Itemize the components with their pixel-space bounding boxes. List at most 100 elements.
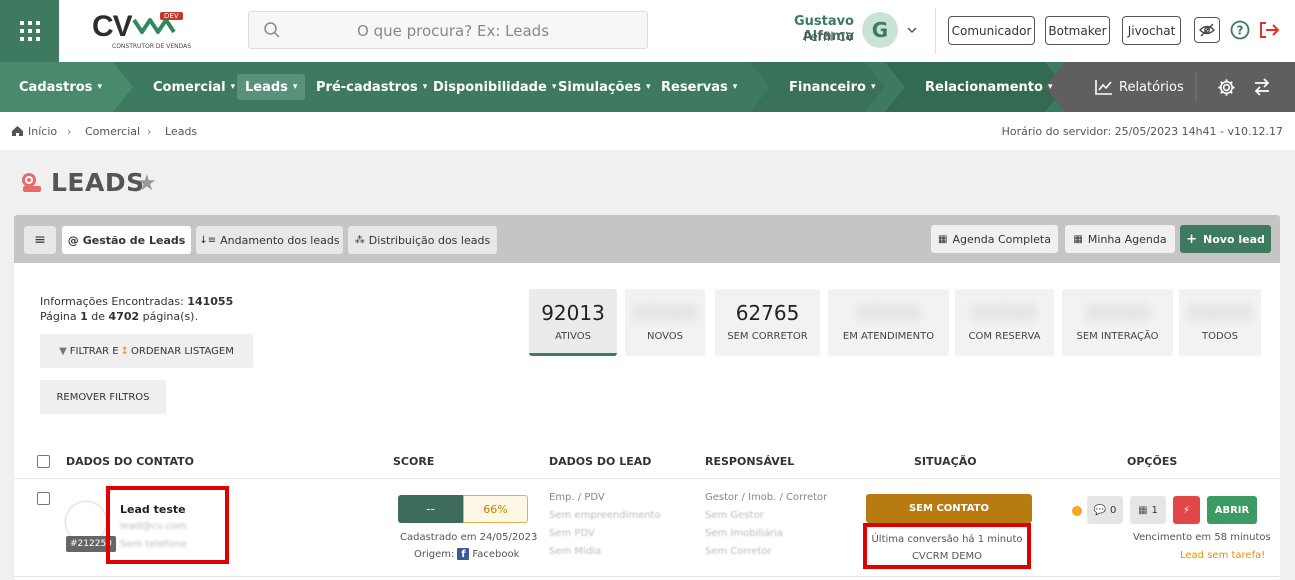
logo-text: CV: [92, 10, 133, 43]
nav-relacionamento[interactable]: Relacionamento ▾: [925, 62, 1052, 112]
flash-button[interactable]: ⚡: [1173, 496, 1200, 524]
nav-comercial[interactable]: Comercial ▾: [153, 62, 235, 112]
plus-icon: +: [1186, 231, 1198, 247]
nav-simulacoes[interactable]: Simulações ▾: [558, 62, 651, 112]
table-divider: [14, 478, 1280, 479]
nav-relatorios[interactable]: Relatórios: [1095, 62, 1184, 112]
help-icon: ?: [1230, 20, 1250, 40]
breadcrumb: Início › Comercial › Leads Horário do se…: [0, 112, 1295, 150]
nav-reservas[interactable]: Reservas ▾: [661, 62, 737, 112]
sort-arrows-icon: ↕: [120, 345, 130, 357]
tab-andamento-leads[interactable]: ↓≡ Andamento dos leads: [196, 226, 343, 254]
comunicador-button[interactable]: Comunicador: [948, 16, 1035, 45]
open-lead-button[interactable]: ABRIR: [1207, 496, 1257, 524]
chevron-down-icon: ▾: [97, 82, 102, 92]
agenda-completa-button[interactable]: ▦ Agenda Completa: [931, 225, 1058, 253]
menu-toggle-button[interactable]: ≡: [24, 226, 56, 254]
at-icon: @: [67, 233, 79, 247]
remove-filters-button[interactable]: REMOVER FILTROS: [40, 380, 166, 414]
stat-todos[interactable]: 00000 TODOS: [1179, 289, 1261, 356]
help-button[interactable]: ?: [1228, 18, 1252, 42]
pagination-info: Página 1 de 4702 página(s).: [40, 310, 198, 323]
grid-icon: [19, 21, 40, 41]
responsible-imobiliaria: Sem Imobiliária: [705, 528, 784, 539]
col-opcoes: OPÇÕES: [1127, 455, 1178, 468]
filter-sort-button[interactable]: ▼ FILTRAR E ↕ ORDENAR LISTAGEM: [40, 334, 253, 368]
select-all-checkbox[interactable]: [37, 455, 50, 468]
conversion-source: CVCRM DEMO: [911, 551, 983, 562]
user-profile: Perfil CV: [803, 30, 854, 44]
search-icon: [264, 22, 280, 38]
svg-text:?: ?: [1237, 24, 1244, 38]
server-time: Horário do servidor: 25/05/2023 14h41 - …: [1001, 125, 1283, 138]
breadcrumb-inicio[interactable]: Início: [28, 125, 57, 138]
logout-button[interactable]: [1257, 18, 1281, 42]
switch-button[interactable]: [1253, 62, 1271, 112]
jivochat-button[interactable]: Jivochat: [1122, 16, 1181, 45]
stat-value: 00000: [633, 301, 697, 325]
results-count: Informações Encontradas: 141055: [40, 295, 234, 308]
chart-line-icon: [1095, 80, 1112, 95]
stat-sem-interação[interactable]: 00000 SEM INTERAÇÃO: [1062, 289, 1173, 356]
comments-icon: 💬: [1093, 504, 1107, 516]
lead-midia: Sem Mídia: [549, 546, 602, 557]
avatar[interactable]: G: [862, 12, 898, 48]
col-dados-contato: DADOS DO CONTATO: [66, 455, 194, 468]
stat-com-reserva[interactable]: 00000 COM RESERVA: [955, 289, 1054, 356]
comments-button[interactable]: 💬 0: [1087, 496, 1123, 524]
stat-label: EM ATENDIMENTO: [842, 331, 935, 342]
nav-disponibilidade[interactable]: Disponibilidade ▾: [433, 62, 556, 112]
stat-em-atendimento[interactable]: 00000 EM ATENDIMENTO: [828, 289, 949, 356]
bolt-icon: ⚡: [1182, 504, 1191, 516]
favorite-star-icon[interactable]: ★: [137, 171, 157, 196]
row-checkbox[interactable]: [37, 492, 50, 505]
logout-icon: [1260, 22, 1280, 38]
novo-lead-button[interactable]: + Novo lead: [1180, 225, 1271, 253]
tasks-button[interactable]: ▦ 1: [1130, 496, 1166, 524]
lead-origin: Origem: f Facebook: [414, 548, 520, 560]
settings-button[interactable]: [1217, 62, 1236, 112]
lead-data-header: Emp. / PDV: [549, 492, 605, 503]
home-icon[interactable]: [11, 125, 24, 137]
stat-novos[interactable]: 00000 NOVOS: [625, 289, 705, 356]
col-dados-lead: DADOS DO LEAD: [549, 455, 652, 468]
chevron-right-icon: ›: [147, 125, 152, 138]
col-situacao: SITUAÇÃO: [914, 455, 977, 468]
col-score: SCORE: [393, 455, 435, 468]
responsible-corretor: Sem Corretor: [705, 546, 772, 557]
minha-agenda-button[interactable]: ▦ Minha Agenda: [1065, 225, 1175, 253]
tab-gestao-leads[interactable]: @ Gestão de Leads: [62, 226, 191, 254]
stat-label: SEM INTERAÇÃO: [1076, 331, 1159, 342]
page-title: LEADS: [51, 168, 145, 197]
botmaker-button[interactable]: Botmaker: [1045, 16, 1110, 45]
last-conversion: Última conversão há 1 minuto: [871, 534, 1023, 545]
tab-distribuicao-leads[interactable]: ⁂ Distribuição dos leads: [348, 226, 497, 254]
chevron-down-icon: ▾: [870, 82, 876, 92]
chevron-down-icon[interactable]: [906, 24, 918, 36]
stat-sem-corretor[interactable]: 62765 SEM CORRETOR: [715, 289, 820, 356]
stat-ativos[interactable]: 92013 ATIVOS: [529, 289, 617, 356]
lead-created-date: Cadastrado em 24/05/2023: [400, 532, 538, 543]
breadcrumb-comercial[interactable]: Comercial: [85, 125, 140, 138]
nav-leads[interactable]: Leads ▾: [237, 74, 306, 100]
chevron-down-icon: ▾: [422, 82, 428, 92]
table-divider: [14, 576, 1280, 577]
search-placeholder: O que procura? Ex: Leads: [357, 22, 550, 40]
chevron-down-icon: ▾: [292, 82, 298, 92]
leads-icon: [22, 173, 41, 192]
stat-value: 62765: [735, 301, 800, 325]
app-logo[interactable]: CV DEV CONSTRUTOR DE VENDAS: [92, 10, 191, 52]
apps-grid-button[interactable]: [0, 0, 59, 62]
search-input[interactable]: O que procura? Ex: Leads: [248, 11, 648, 49]
nav-financeiro[interactable]: Financeiro ▾: [789, 62, 875, 112]
nav-cadastros[interactable]: Cadastros ▾: [19, 62, 102, 112]
stat-value: 92013: [541, 301, 605, 325]
hide-values-button[interactable]: [1194, 17, 1220, 43]
eye-off-icon: [1199, 23, 1215, 37]
lead-name[interactable]: Lead teste: [120, 503, 186, 516]
sitemap-icon: ⁂: [354, 234, 365, 246]
situation-badge[interactable]: SEM CONTATO: [866, 494, 1032, 523]
nav-pre-cadastros[interactable]: Pré-cadastros ▾: [316, 62, 427, 112]
chevron-down-icon: ▾: [732, 82, 738, 92]
menu-icon: ≡: [34, 232, 46, 248]
